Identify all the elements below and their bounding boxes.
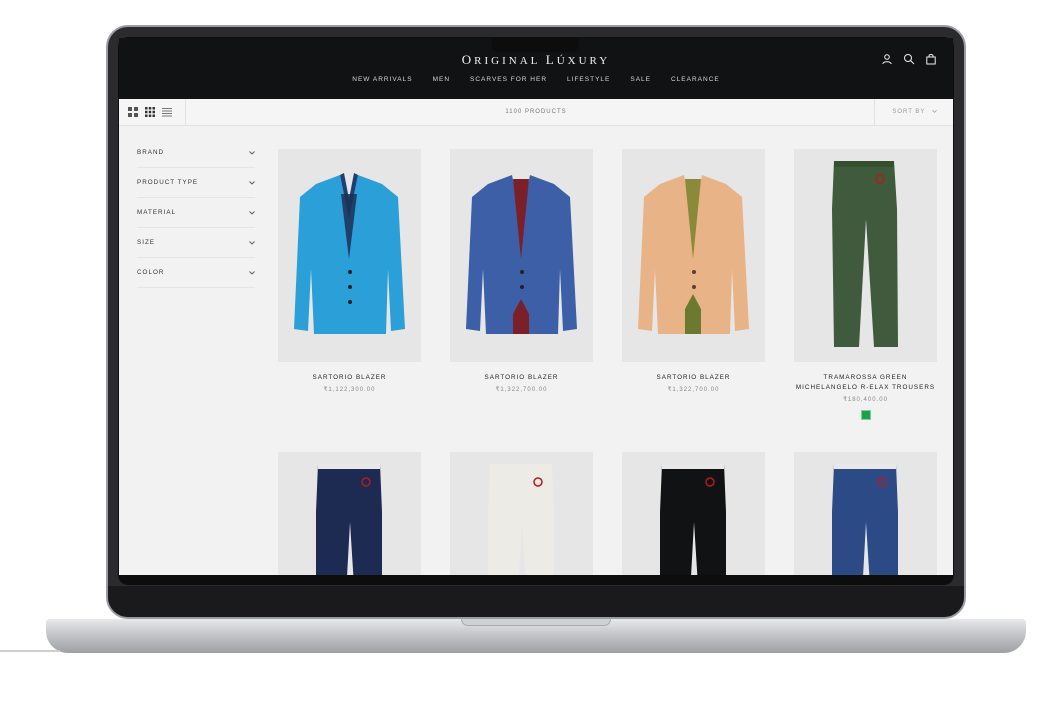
nav-scarves-for-her[interactable]: SCARVES FOR HER [470,76,547,83]
main-nav: NEW ARRIVALS MEN SCARVES FOR HER LIFESTY… [119,76,953,83]
store-logo[interactable]: ORIGINAL LÚXURY [119,52,953,68]
nav-lifestyle[interactable]: LIFESTYLE [567,76,610,83]
product-card[interactable] [794,452,937,575]
color-swatch[interactable] [860,410,871,420]
filter-label: SIZE [137,239,155,246]
product-name[interactable]: SARTORIO BLAZER [622,373,765,383]
product-image[interactable] [278,452,421,575]
product-price: ₹1,122,300.00 [323,387,376,393]
product-count: 1100 PRODUCTS [505,109,567,115]
browser-screen: ORIGINAL LÚXURY NEW ARRIVALS MEN SCARVES… [119,38,953,575]
filter-label: BRAND [137,149,165,156]
product-image[interactable] [622,452,765,575]
product-price: ₹180,400.00 [843,397,888,403]
bag-icon[interactable] [925,53,937,65]
product-price: ₹1,322,700.00 [495,387,548,393]
product-price: ₹1,322,700.00 [667,387,720,393]
cable [0,650,60,652]
account-icon[interactable] [881,53,893,65]
chevron-down-icon [249,240,255,246]
filter-label: MATERIAL [137,209,177,216]
laptop-base-notch [461,619,611,626]
filter-label: COLOR [137,269,165,276]
product-image[interactable] [450,149,593,362]
product-card[interactable] [278,452,421,575]
camera-notch [491,37,579,52]
product-card[interactable]: SARTORIO BLAZER ₹1,322,700.00 [622,149,765,393]
collection-toolbar: 1100 PRODUCTS SORT BY [119,99,953,126]
product-image[interactable] [794,452,937,575]
chevron-down-icon [249,270,255,276]
filter-size[interactable]: SIZE [137,228,255,258]
filter-product-type[interactable]: PRODUCT TYPE [137,168,255,198]
filter-brand[interactable]: BRAND [137,138,255,168]
laptop-chin [108,586,964,617]
chevron-down-icon [249,210,255,216]
product-image[interactable] [278,149,421,362]
toolbar-divider [874,99,875,126]
nav-new-arrivals[interactable]: NEW ARRIVALS [352,76,412,83]
product-card[interactable] [450,452,593,575]
product-card[interactable] [622,452,765,575]
sort-by-label: SORT BY [892,109,926,116]
product-image[interactable] [450,452,593,575]
product-image[interactable] [794,149,937,362]
filter-material[interactable]: MATERIAL [137,198,255,228]
header-icons [881,53,937,65]
product-name[interactable]: SARTORIO BLAZER [450,373,593,383]
product-card[interactable]: TRAMAROSSA GREEN MICHELANGELO R-ELAX TRO… [794,149,937,420]
search-icon[interactable] [903,53,915,65]
chevron-down-icon [249,150,255,156]
product-card[interactable]: SARTORIO BLAZER ₹1,122,300.00 [278,149,421,393]
filter-color[interactable]: COLOR [137,258,255,288]
nav-sale[interactable]: SALE [630,76,651,83]
product-name[interactable]: TRAMAROSSA GREEN MICHELANGELO R-ELAX TRO… [794,373,937,393]
chevron-down-icon [932,109,937,114]
filter-label: PRODUCT TYPE [137,179,199,186]
nav-men[interactable]: MEN [433,76,450,83]
product-image[interactable] [622,149,765,362]
nav-clearance[interactable]: CLEARANCE [671,76,720,83]
product-card[interactable]: SARTORIO BLAZER ₹1,322,700.00 [450,149,593,393]
chevron-down-icon [249,180,255,186]
product-name[interactable]: SARTORIO BLAZER [278,373,421,383]
filter-sidebar: BRAND PRODUCT TYPE MATERIAL SIZE COLOR [137,138,255,288]
sort-by-dropdown[interactable]: SORT BY [892,109,937,115]
